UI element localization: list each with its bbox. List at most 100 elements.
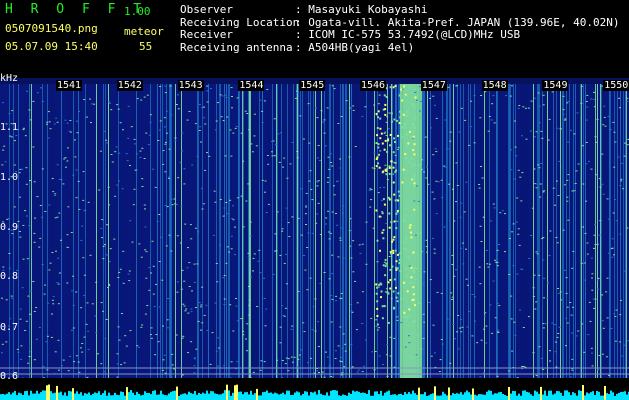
level-bar [128,392,130,400]
spectrogram-speck [511,350,514,352]
level-bar [218,394,220,400]
spectrogram-column [579,84,580,378]
level-bar [212,391,214,400]
spectrogram-speck [361,291,364,293]
level-bar [574,393,576,400]
spectrogram-speck [365,221,368,223]
spectrogram-speck [354,146,357,147]
spectrogram-column [106,84,107,378]
spectrogram-column [353,84,354,378]
spectrogram-speck [33,181,36,183]
spectrogram-speck [408,335,410,337]
spectrogram-speck [308,180,311,182]
spectrogram-speck [248,304,251,306]
spectrogram-speck [214,201,217,203]
spectrogram-column [225,84,226,378]
spectrogram-speck [580,262,583,264]
spectrogram-speck [542,259,545,261]
meteor-echo [412,302,415,305]
spectrogram-speck [370,189,373,191]
spectrogram-speck [593,234,596,236]
spectrogram-speck [19,168,22,170]
spectrogram-speck [340,227,343,229]
spectrogram-speck [535,183,538,185]
spectrogram-column [146,84,147,378]
meteor-echo [385,96,388,98]
spectrogram-speck [284,363,287,365]
meteor-echo [389,144,391,147]
meteor-echo [396,119,398,122]
spectrogram-speck [58,212,61,214]
spectrogram-column [475,84,476,378]
spectrogram-speck [598,234,601,236]
spectrogram-speck [206,152,208,154]
spectrogram-speck [463,211,466,213]
spectrogram-speck [206,330,209,331]
spectrogram-speck [197,231,200,233]
spectrogram-speck [565,345,567,347]
spectrogram-speck [78,208,81,210]
level-bar [466,390,468,400]
spectrogram-speck [450,298,453,300]
meteor-echo [406,133,409,136]
meteor-echo [406,275,409,278]
spectrogram-speck [310,188,313,190]
spectrogram-speck [548,118,551,120]
spectrogram-speck [585,142,588,143]
level-bar [572,392,574,400]
spectrogram-speck [171,204,174,206]
spectrogram-column [179,84,180,378]
spectrogram-column [370,84,371,378]
level-bar [244,392,246,400]
spectrogram-speck [281,230,284,232]
meteor-echo [388,212,391,215]
level-bar [406,393,408,400]
spectrogram-speck [519,309,522,311]
spectrogram-column [538,84,539,378]
spectrogram-speck [485,342,488,344]
spectrogram-column [185,84,186,378]
spectrogram-column [395,84,396,378]
spectrogram-speck [352,240,355,242]
level-bar [368,390,370,400]
spectrogram-speck [328,278,331,280]
spectrogram-speck [342,257,345,259]
spectrogram-column [481,84,482,378]
y-tick-label: 0.9 [0,222,19,233]
level-bar [166,395,168,400]
spectrogram-speck [430,127,433,129]
spectrogram-speck [599,186,602,188]
spectrogram-speck [71,290,74,292]
spectrogram-speck [307,103,310,105]
spectrogram-speck [66,160,69,162]
spectrogram-speck [27,362,30,364]
spectrogram-speck [234,226,236,228]
spectrogram-speck [563,184,566,186]
spectrogram-column [407,84,408,378]
spectrogram-speck [64,119,67,121]
meteor-echo [399,110,402,113]
spectrogram-column [399,84,400,378]
spectrogram-speck [281,360,284,361]
spectrogram-column [609,84,610,378]
spectrogram-speck [413,200,416,202]
spectrogram-column [248,84,249,378]
level-bar [382,395,384,400]
spectrogram-speck [392,173,395,175]
spectrogram-speck [125,345,128,347]
spectrogram-speck [487,266,490,268]
spectrogram-speck [194,123,197,125]
spectrogram-speck [230,87,233,89]
spectrogram-column [304,84,305,378]
spectrogram-column [569,84,570,378]
spectrogram-speck [352,271,355,273]
spectrogram-column [598,84,599,378]
spectrogram-speck [55,250,57,252]
spectrogram-column [219,84,220,378]
spectrogram-column [451,84,452,378]
level-bar [552,394,554,400]
spectrogram-speck [462,370,465,372]
spectrogram-column [268,84,269,378]
spectrogram-speck [348,230,351,232]
spectrogram-speck [421,117,424,119]
